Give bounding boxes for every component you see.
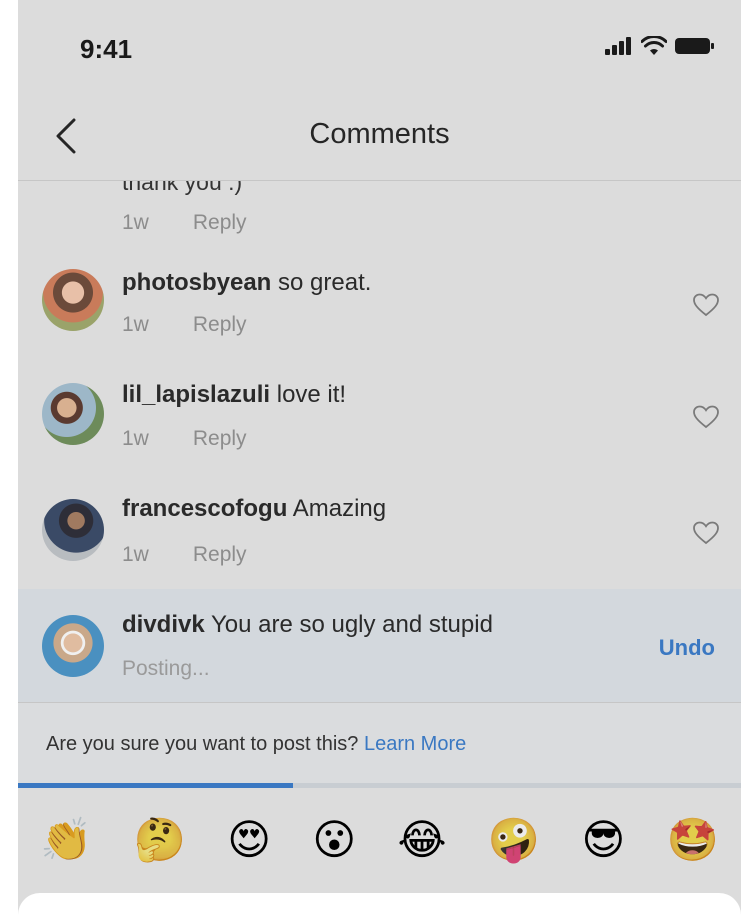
cellular-signal-icon: [605, 37, 633, 55]
reply-button[interactable]: Reply: [193, 427, 247, 451]
battery-icon: [675, 37, 715, 55]
comment-composer-sheet[interactable]: [18, 893, 741, 916]
warning-message: Are you sure you want to post this?: [46, 733, 359, 755]
comment-meta: 1w Reply: [122, 313, 247, 337]
heart-icon[interactable]: [693, 293, 719, 317]
phone-screen: 9:41 Comments thank you :) 1w Reply phot…: [18, 0, 741, 916]
reply-button[interactable]: Reply: [193, 543, 247, 567]
comment-list[interactable]: thank you :) 1w Reply photosbyean so gre…: [18, 181, 741, 589]
comment-body: Amazing: [292, 495, 387, 522]
avatar[interactable]: [42, 269, 104, 331]
progress-fill: [18, 783, 293, 788]
zany-face-emoji[interactable]: 🤪: [488, 819, 540, 861]
comment-text: francescofogu Amazing: [122, 495, 386, 523]
comment-item: photosbyean so great. 1w Reply: [18, 263, 741, 373]
wifi-icon: [641, 36, 667, 56]
sunglasses-face-emoji[interactable]: 😎: [582, 819, 626, 861]
reply-button[interactable]: Reply: [193, 313, 247, 337]
star-struck-emoji[interactable]: 🤩: [667, 819, 719, 861]
comment-username[interactable]: lil_lapislazuli: [122, 381, 270, 408]
heart-icon[interactable]: [693, 405, 719, 429]
undo-button[interactable]: Undo: [659, 635, 715, 661]
status-bar: 9:41: [18, 0, 741, 100]
warning-text: Are you sure you want to post this? Lear…: [46, 733, 466, 756]
comment-body: so great.: [278, 269, 372, 296]
status-icons: [605, 36, 715, 56]
comment-time: 1w: [122, 313, 149, 336]
heart-eyes-emoji[interactable]: 😍: [227, 819, 271, 861]
clapping-hands-emoji[interactable]: 👏: [40, 819, 92, 861]
thinking-face-emoji[interactable]: 🤔: [134, 819, 186, 861]
navigation-bar: Comments: [18, 100, 741, 181]
tears-of-joy-emoji[interactable]: 😂: [398, 819, 447, 861]
posting-status: Posting...: [122, 657, 210, 680]
comment-body: You are so ugly and stupid: [210, 611, 493, 638]
status-time: 9:41: [80, 34, 133, 64]
pending-comment: divdivk You are so ugly and stupid Posti…: [18, 589, 741, 703]
reply-button[interactable]: Reply: [193, 211, 247, 235]
comment-text: divdivk You are so ugly and stupid: [122, 611, 493, 639]
comment-meta: 1w Reply: [122, 543, 247, 567]
surprised-face-emoji[interactable]: 😮: [312, 819, 356, 861]
comment-body: love it!: [276, 381, 347, 408]
comment-meta: 1w Reply: [122, 427, 247, 451]
heart-icon[interactable]: [693, 521, 719, 545]
comment-username[interactable]: divdivk: [122, 611, 205, 638]
page-title: Comments: [309, 118, 450, 150]
comment-meta: 1w Reply: [122, 211, 247, 235]
comment-text: thank you :): [122, 181, 243, 195]
comment-time: 1w: [122, 211, 149, 234]
comment-username[interactable]: francescofogu: [122, 495, 287, 522]
learn-more-link[interactable]: Learn More: [364, 733, 466, 755]
warning-banner: Are you sure you want to post this? Lear…: [18, 703, 741, 783]
avatar[interactable]: [42, 615, 104, 677]
comment-username[interactable]: photosbyean: [122, 269, 271, 296]
comment-text: lil_lapislazuli love it!: [122, 381, 346, 409]
comment-item: lil_lapislazuli love it! 1w Reply: [18, 377, 741, 487]
comment-item: francescofogu Amazing 1w Reply: [18, 491, 741, 589]
comment-text: photosbyean so great.: [122, 269, 371, 297]
comment-time: 1w: [122, 543, 149, 566]
progress-bar: [18, 783, 741, 788]
emoji-quick-bar: 👏 🤔 😍 😮 😂 🤪 😎 🤩: [18, 790, 741, 890]
avatar[interactable]: [42, 499, 104, 561]
avatar[interactable]: [42, 383, 104, 445]
comment-time: 1w: [122, 427, 149, 450]
